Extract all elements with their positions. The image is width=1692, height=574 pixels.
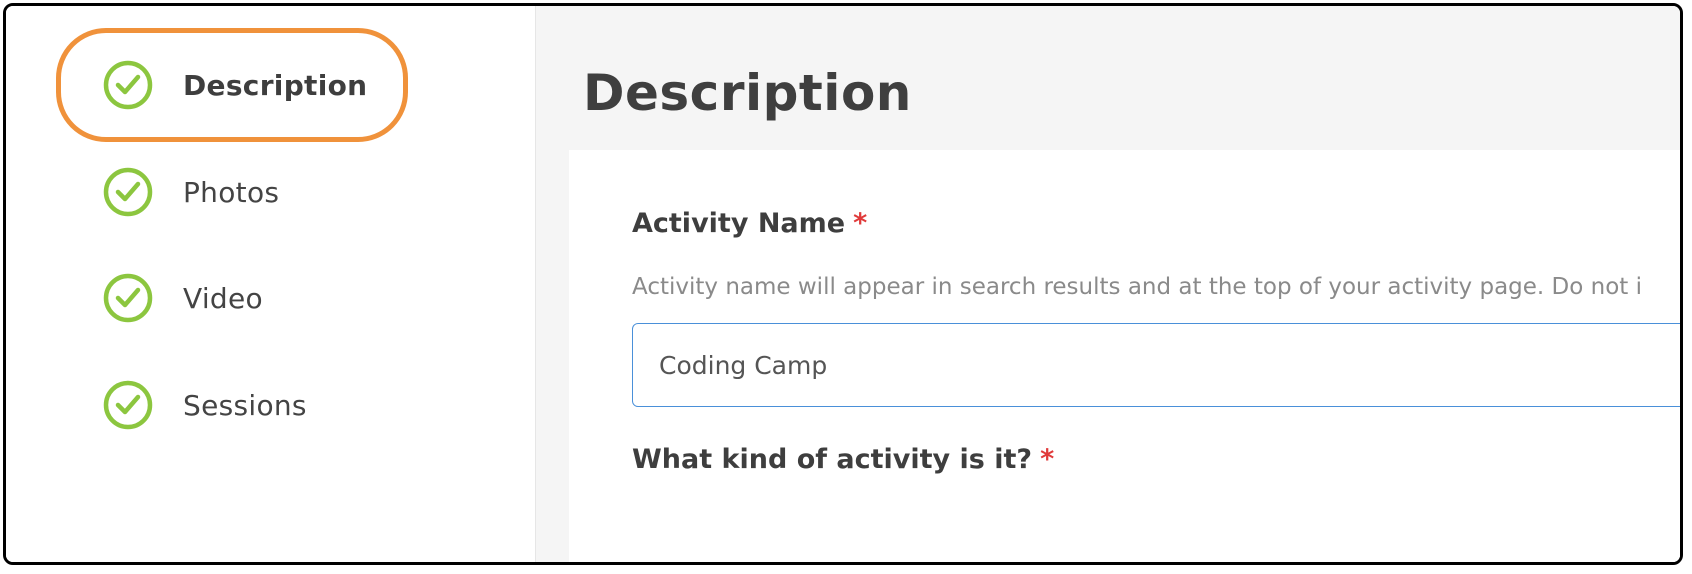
sidebar-item-video[interactable]: Video — [102, 268, 462, 328]
check-circle-icon — [103, 167, 153, 217]
sidebar-item-sessions[interactable]: Sessions — [102, 375, 462, 435]
check-circle-icon — [103, 380, 153, 430]
sidebar-item-label: Description — [183, 68, 368, 102]
activity-name-help-text: Activity name will appear in search resu… — [632, 274, 1643, 300]
app-window: Description Photos Video Sessions Descri… — [3, 3, 1683, 565]
check-circle-icon — [103, 60, 153, 110]
sidebar-item-description[interactable]: Description — [102, 55, 462, 115]
sidebar-item-label: Video — [183, 281, 263, 315]
activity-name-input[interactable] — [632, 323, 1680, 407]
required-mark: * — [1040, 444, 1055, 475]
sidebar-item-label: Sessions — [183, 388, 307, 422]
activity-name-label: Activity Name * — [632, 208, 868, 239]
required-mark: * — [853, 208, 868, 239]
sidebar-nav: Description Photos Video Sessions — [6, 6, 536, 562]
page-title: Description — [583, 64, 912, 122]
activity-kind-label: What kind of activity is it? * — [632, 444, 1055, 475]
main-content: Description Activity Name * Activity name… — [536, 6, 1680, 562]
sidebar-item-label: Photos — [183, 175, 280, 209]
form-card: Activity Name * Activity name will appear… — [569, 150, 1680, 562]
check-circle-icon — [103, 273, 153, 323]
sidebar-item-photos[interactable]: Photos — [102, 162, 462, 222]
